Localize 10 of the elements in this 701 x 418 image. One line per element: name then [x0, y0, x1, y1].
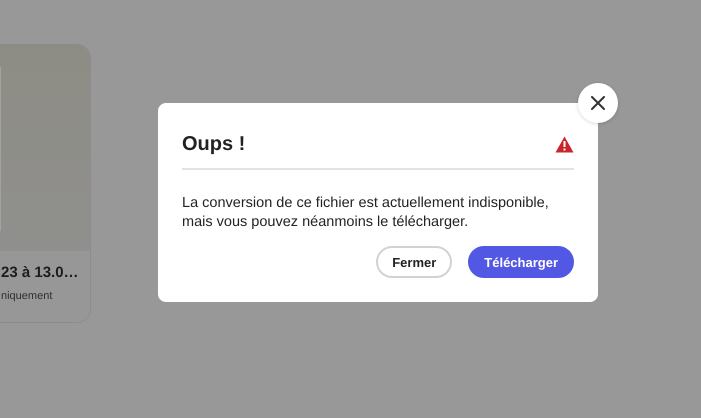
dialog-title: Oups !	[182, 133, 246, 156]
file-card[interactable]: 23 à 13.0… niquement	[0, 44, 91, 323]
dialog-message: La conversion de ce fichier est actuellement indisponible, mais vous pouvez néanmoins le télécharger.	[182, 194, 550, 232]
close-icon	[591, 96, 605, 110]
warning-icon	[555, 136, 574, 153]
card-title: 23 à 13.0…	[1, 264, 79, 281]
close-dialog-button[interactable]: Fermer	[376, 246, 452, 278]
close-button[interactable]	[578, 83, 618, 123]
card-subtitle: niquement	[1, 290, 52, 302]
download-button[interactable]: Télécharger	[468, 246, 574, 278]
